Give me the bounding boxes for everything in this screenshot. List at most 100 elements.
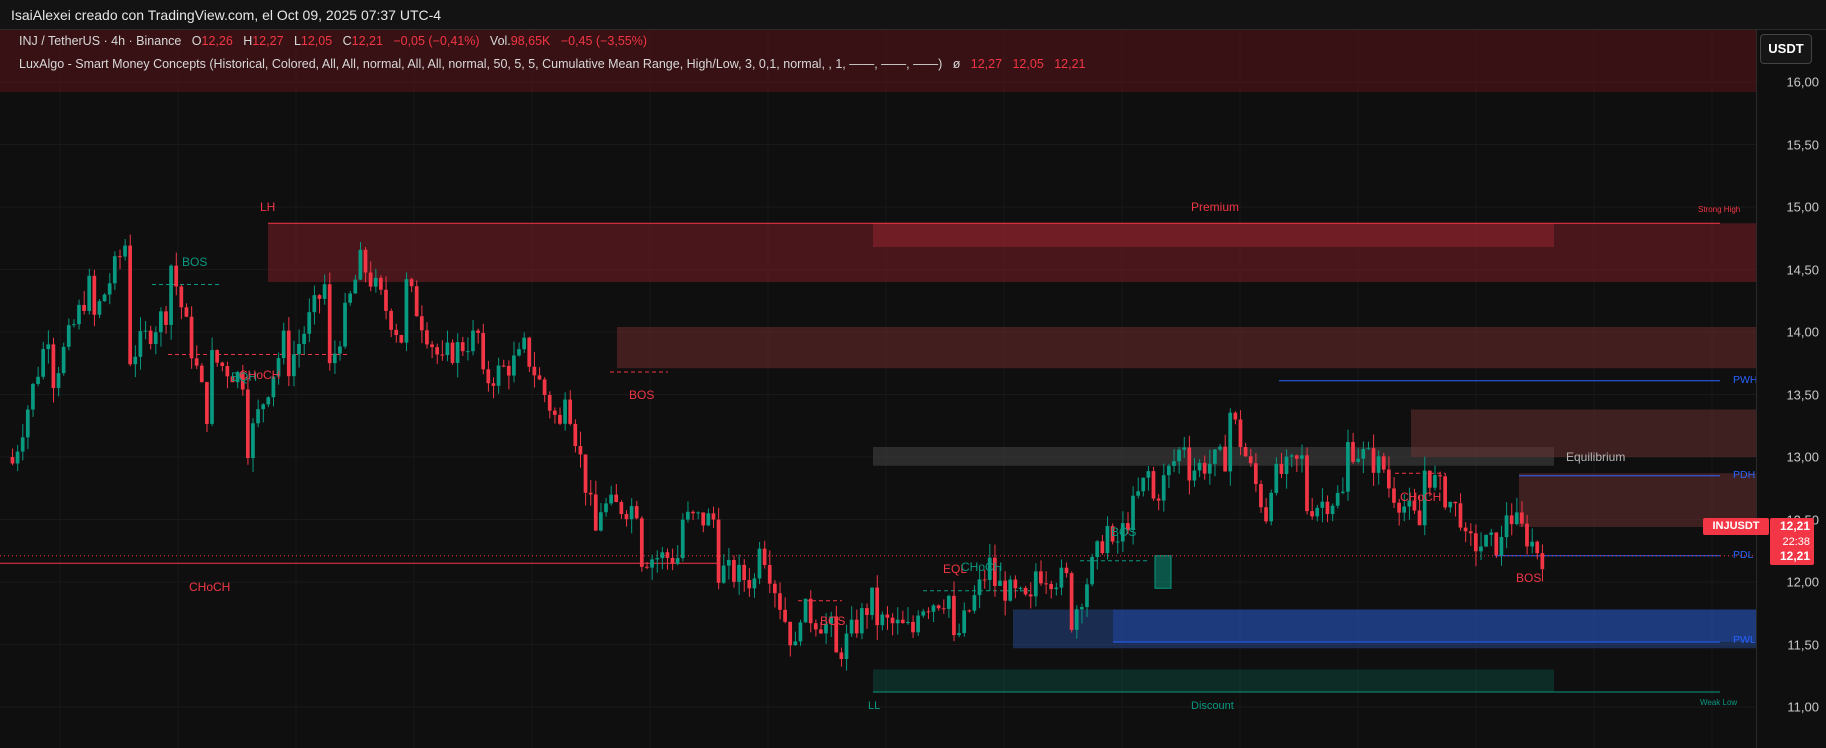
candle-body — [1289, 455, 1294, 457]
candle-body — [1386, 469, 1391, 489]
chart-canvas[interactable] — [0, 30, 1756, 748]
candle-body — [327, 284, 332, 364]
bos-label-3: BOS — [820, 614, 846, 628]
candle-body — [578, 446, 583, 455]
candle-body — [762, 548, 767, 566]
candle-body — [1540, 553, 1545, 570]
candle-body — [517, 349, 521, 356]
demand-zone-right — [1113, 609, 1756, 642]
candle-body — [476, 330, 480, 333]
price-axis[interactable]: 16,0015,5015,0014,5014,0013,5013,0012,50… — [1756, 30, 1826, 748]
candle-body — [1392, 488, 1396, 503]
candle-body — [1361, 448, 1366, 459]
candle-body — [1074, 609, 1079, 630]
candle-body — [1243, 447, 1248, 457]
candle-body — [225, 366, 230, 377]
candle-body — [343, 302, 347, 347]
candle-body — [1479, 546, 1483, 552]
candle-body — [1463, 527, 1468, 532]
indicator-name[interactable]: LuxAlgo - Smart Money Concepts (Historic… — [19, 57, 942, 71]
candle-body — [629, 506, 634, 520]
candle-body — [1279, 463, 1284, 474]
candle-body — [1146, 471, 1151, 478]
candle-body — [1294, 455, 1299, 459]
crosshair-price-tag: 12,21 — [1770, 548, 1814, 565]
price-tick-label: 13,50 — [1786, 387, 1819, 402]
candle-body — [158, 311, 163, 333]
candle-body — [624, 514, 629, 520]
candle-body — [1141, 477, 1146, 492]
candle-body — [1433, 475, 1437, 488]
candle-body — [445, 342, 450, 356]
candle-body — [194, 358, 199, 366]
candle-body — [1054, 587, 1059, 590]
candle-body — [1525, 523, 1529, 547]
candle-body — [87, 275, 92, 311]
volume-label: Vol. — [489, 34, 511, 48]
pwl-label: PWL — [1733, 634, 1756, 646]
candle-body — [164, 311, 168, 325]
candle-body — [512, 355, 516, 376]
candle-body — [859, 608, 864, 634]
candle-body — [394, 329, 399, 336]
price-tick-label: 11,50 — [1787, 637, 1819, 652]
choch-label-2: CHoCH — [961, 560, 1003, 574]
candle-body — [926, 611, 931, 613]
candle-body — [645, 566, 649, 568]
candle-body — [36, 376, 40, 384]
candle-body — [1259, 484, 1263, 508]
price-tick-label: 16,00 — [1786, 74, 1819, 90]
candle-body — [102, 294, 107, 302]
candle-body — [440, 354, 445, 356]
candle-body — [138, 331, 143, 357]
currency-button[interactable]: USDT — [1760, 34, 1812, 64]
candle-body — [1069, 573, 1074, 630]
candle-body — [706, 513, 711, 526]
discount-label: Discount — [1191, 700, 1234, 712]
candle-body — [1013, 579, 1018, 589]
candle-body — [839, 652, 844, 660]
candle-body — [384, 289, 388, 311]
candle-body — [61, 346, 66, 374]
volume-value: 98,65K — [510, 34, 551, 48]
candle-body — [353, 279, 358, 294]
bullish-fvg — [1154, 555, 1172, 589]
candle-body — [813, 623, 818, 630]
candle-body — [1473, 533, 1478, 552]
symbol-name[interactable]: INJ / TetherUS · 4h · Binance — [19, 34, 181, 48]
candle-body — [977, 579, 982, 596]
candle-body — [1402, 506, 1407, 513]
candle-body — [819, 629, 823, 634]
candle-body — [854, 619, 859, 634]
candle-body — [588, 492, 593, 495]
candle-body — [931, 605, 936, 612]
candle-body — [604, 503, 608, 513]
pdh-label: PDH — [1733, 469, 1756, 481]
candle-body — [1315, 507, 1320, 517]
candle-body — [56, 373, 61, 389]
candle-body — [691, 511, 695, 514]
candle-body — [568, 399, 573, 424]
candle-body — [1207, 463, 1212, 474]
candle-body — [737, 564, 741, 582]
candle-body — [788, 621, 793, 646]
candle-body — [251, 423, 255, 459]
candle-body — [573, 423, 578, 447]
indicator-symbol: ø — [952, 57, 961, 71]
price-chart[interactable] — [0, 30, 1756, 748]
candle-body — [363, 249, 368, 273]
candle-body — [97, 301, 102, 315]
candle-body — [471, 330, 475, 352]
candle-body — [66, 325, 71, 347]
candle-body — [245, 389, 250, 459]
candle-body — [1136, 491, 1140, 496]
candle-body — [501, 365, 506, 367]
candle-body — [1248, 456, 1253, 464]
candle-body — [481, 332, 486, 370]
candle-body — [803, 598, 808, 623]
candle-body — [634, 506, 639, 519]
candle-body — [199, 365, 204, 383]
candle-body — [25, 409, 30, 438]
open-label: O — [191, 34, 202, 48]
premium-zone — [873, 223, 1554, 247]
